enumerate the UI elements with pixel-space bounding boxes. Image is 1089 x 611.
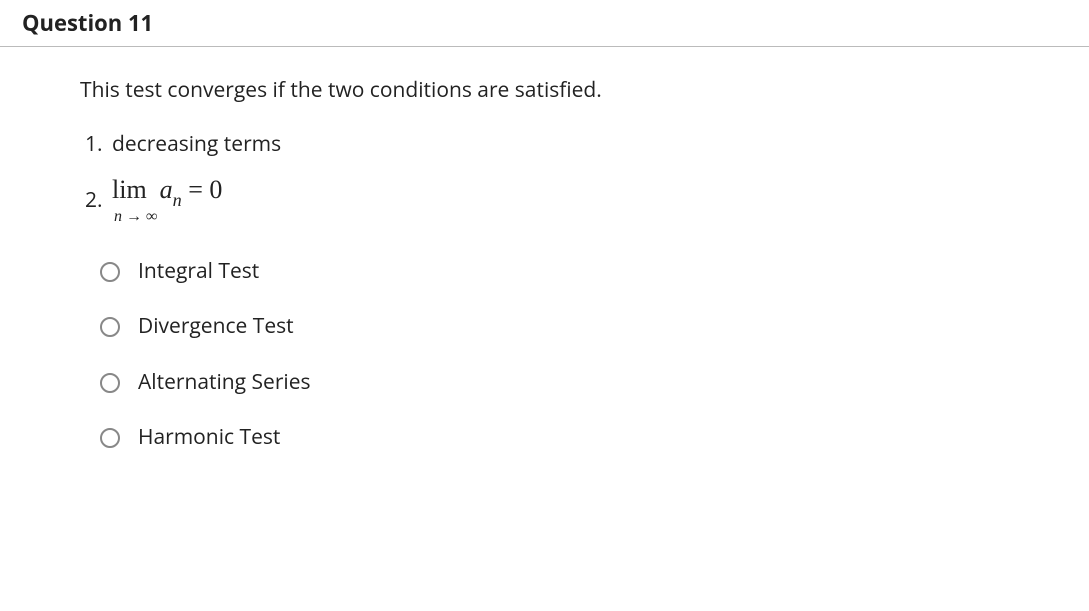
option-label: Divergence Test bbox=[138, 311, 294, 343]
radio-icon bbox=[100, 317, 120, 337]
option-divergence-test[interactable]: Divergence Test bbox=[100, 311, 1089, 343]
condition-2: lim an = 0 n → ∞ bbox=[108, 176, 1089, 226]
option-label: Integral Test bbox=[138, 256, 259, 288]
conditions-list: decreasing terms lim an = 0 n → ∞ bbox=[80, 129, 1089, 226]
option-alternating-series[interactable]: Alternating Series bbox=[100, 367, 1089, 399]
question-header: Question 11 bbox=[0, 0, 1089, 47]
limit-approach: n → ∞ bbox=[112, 208, 222, 226]
lim-text: lim bbox=[112, 175, 147, 204]
option-label: Harmonic Test bbox=[138, 422, 280, 454]
condition-1: decreasing terms bbox=[108, 129, 1089, 161]
radio-icon bbox=[100, 373, 120, 393]
question-prompt: This test converges if the two condition… bbox=[80, 75, 1089, 107]
radio-icon bbox=[100, 262, 120, 282]
equals-zero: = 0 bbox=[188, 175, 222, 204]
option-label: Alternating Series bbox=[138, 367, 311, 399]
subscript-n: n bbox=[173, 190, 182, 210]
radio-icon bbox=[100, 428, 120, 448]
term-a: a bbox=[160, 175, 173, 204]
limit-expression: lim an = 0 n → ∞ bbox=[112, 176, 222, 226]
option-integral-test[interactable]: Integral Test bbox=[100, 256, 1089, 288]
question-content: This test converges if the two condition… bbox=[0, 47, 1089, 454]
option-harmonic-test[interactable]: Harmonic Test bbox=[100, 422, 1089, 454]
answer-options: Integral Test Divergence Test Alternatin… bbox=[80, 256, 1089, 454]
